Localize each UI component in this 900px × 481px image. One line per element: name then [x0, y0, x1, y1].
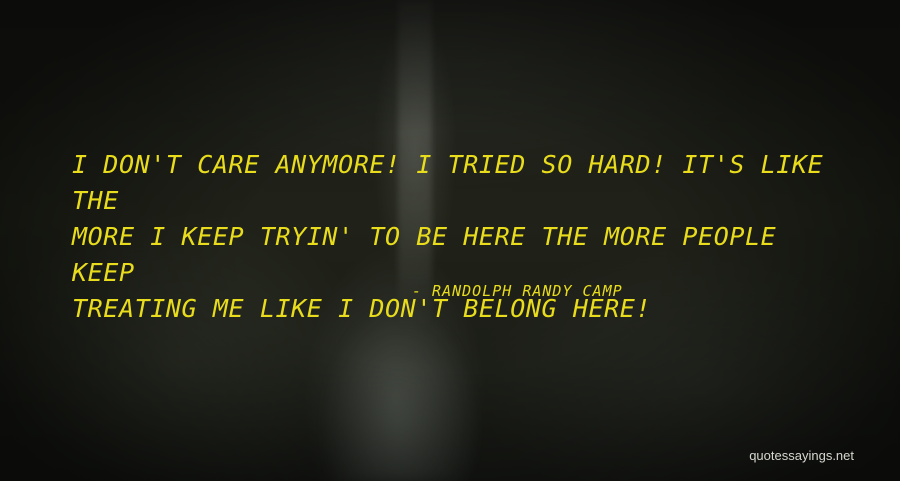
site-watermark: quotessayings.net — [749, 448, 854, 463]
quote-image: I don't care anymore! I tried so hard! I… — [0, 0, 900, 481]
quote-author: - RANDOLPH RANDY CAMP — [412, 282, 623, 300]
